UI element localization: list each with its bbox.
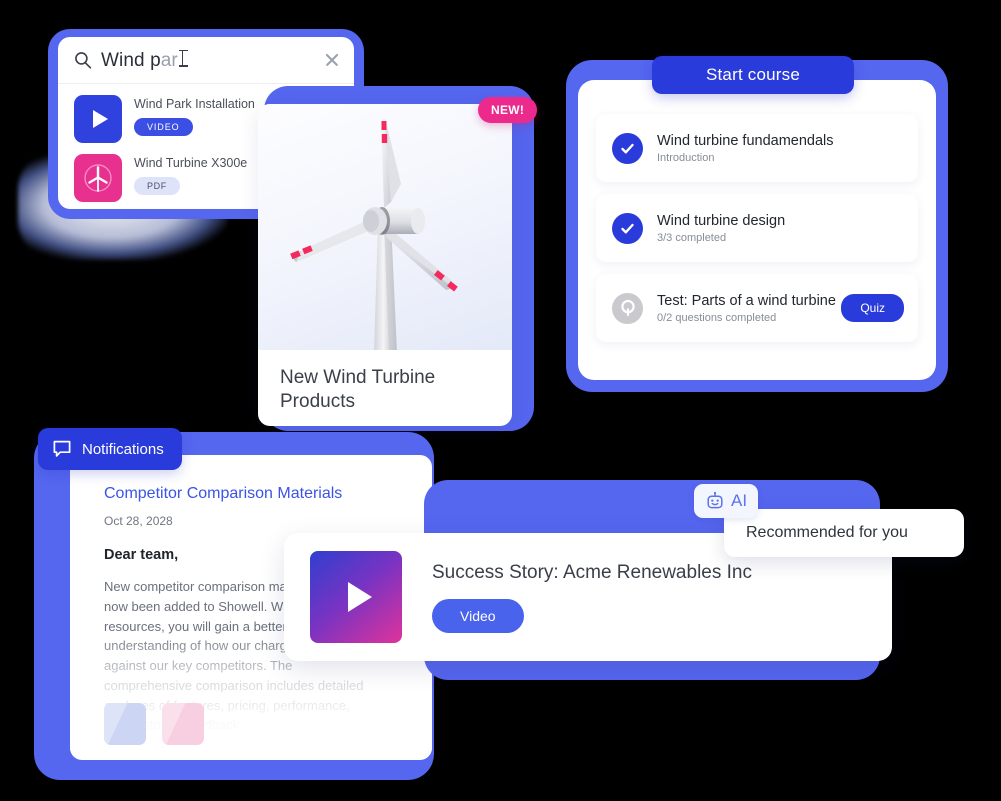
search-typed-text: Wind p [101,49,161,71]
course-item-text: Wind turbine fundamendals Introduction [657,133,904,164]
start-course-button[interactable]: Start course [652,56,854,94]
ai-recommendation-tooltip: Recommended for you [724,509,964,557]
result-meta: Wind Park Installation VIDEO [134,95,255,136]
result-meta: Wind Turbine X300e PDF [134,154,247,195]
course-item-title: Wind turbine design [657,212,786,229]
turbine-card-caption: New Wind Turbine Products [280,367,436,412]
question-icon [612,292,643,324]
course-item-subtitle: 3/3 completed [657,231,727,244]
new-badge: NEW! [478,97,538,123]
search-input[interactable]: Wind p ar [101,49,324,72]
turbine-product-card[interactable]: New Wind Turbine Products [258,104,512,426]
attachment-thumbnail[interactable] [162,703,204,745]
result-badge: PDF [134,177,180,195]
result-title: Wind Park Installation [134,97,255,111]
search-bar[interactable]: Wind p ar [58,37,354,84]
course-item[interactable]: Wind turbine fundamendals Introduction [596,114,918,182]
notifications-tab-label: Notifications [82,440,164,458]
screenshot-stage: Wind p ar Wind Park Installation VIDEO W… [0,0,1001,801]
wind-turbine-illustration [258,104,512,350]
course-item-title: Wind turbine fundamendals [657,132,834,149]
course-item[interactable]: Wind turbine design 3/3 completed [596,194,918,262]
story-badge: Video [432,598,524,633]
ai-badge[interactable]: AI [694,484,759,518]
course-item-text: Wind turbine design 3/3 completed [657,213,904,244]
notification-title[interactable]: Competitor Comparison Materials [104,485,406,503]
ai-badge-label: AI [731,491,748,510]
notification-attachments [104,703,204,745]
result-thumbnail-pdf [74,154,122,202]
play-icon [92,110,108,128]
story-video-thumbnail[interactable] [310,551,402,643]
story-title: Success Story: Acme Renewables Inc [432,561,752,583]
course-item-subtitle: Introduction [657,151,715,164]
story-meta: Success Story: Acme Renewables Inc Video [432,562,752,633]
speech-bubble-icon [53,440,71,457]
robot-icon [707,491,723,509]
wind-turbine-icon [84,164,112,192]
course-item-text: Test: Parts of a wind turbine 0/2 questi… [657,293,841,324]
result-badge: VIDEO [134,118,193,136]
search-ghost-text: ar [160,49,178,71]
play-icon [347,582,372,612]
course-item-title: Test: Parts of a wind turbine [657,292,836,309]
search-icon [75,52,92,69]
attachment-thumbnail[interactable] [104,703,146,745]
course-item-subtitle: 0/2 questions completed [657,311,777,324]
close-icon[interactable] [324,52,340,68]
turbine-svg [290,120,458,350]
course-item-list: Wind turbine fundamendals Introduction W… [596,114,918,354]
notification-date: Oct 28, 2028 [104,514,173,528]
check-icon [612,132,643,164]
check-icon [612,212,643,244]
result-title: Wind Turbine X300e [134,156,248,170]
quiz-button[interactable]: Quiz [841,294,904,322]
course-item[interactable]: Test: Parts of a wind turbine 0/2 questi… [596,274,918,342]
notifications-tab[interactable]: Notifications [38,428,182,470]
text-cursor-icon [179,49,191,67]
result-thumbnail-video [74,95,122,143]
